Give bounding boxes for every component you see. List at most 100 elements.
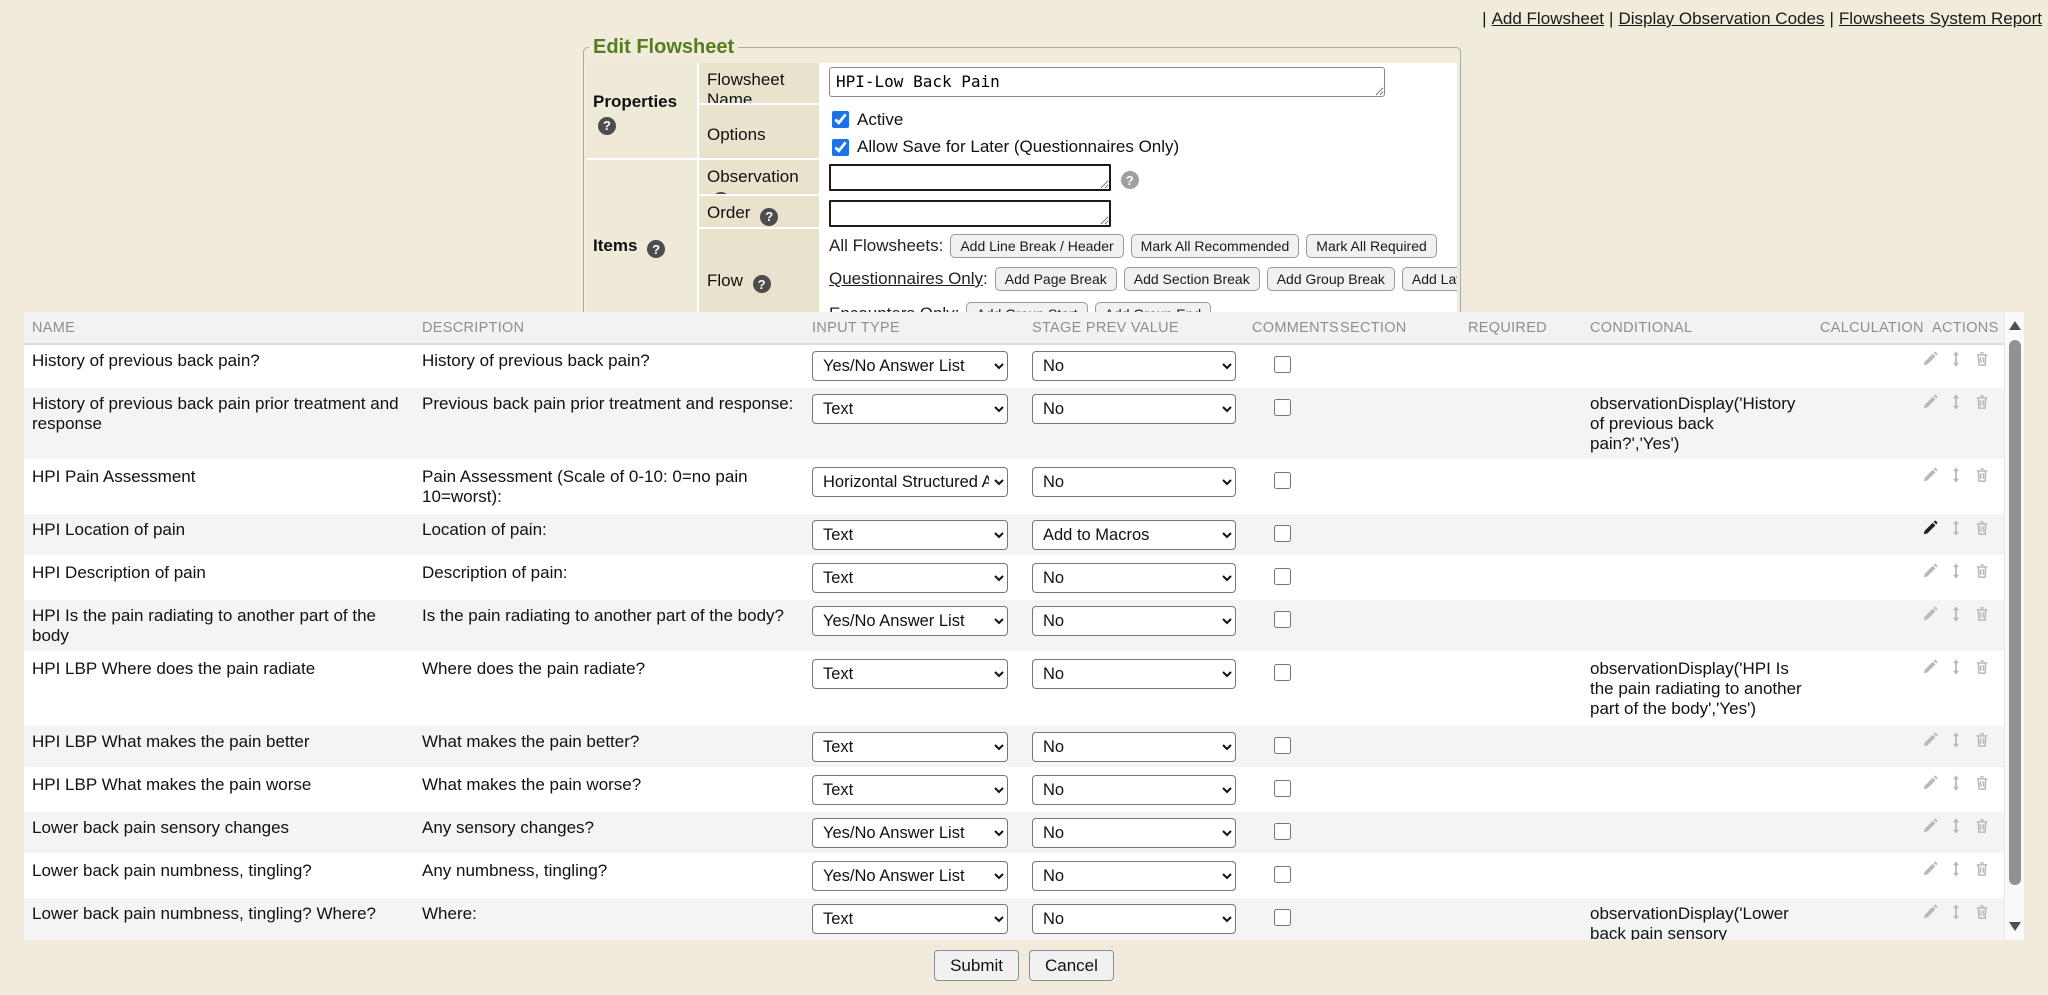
delete-trash-icon[interactable] [1974, 659, 1990, 675]
stage-prev-value-select[interactable]: No [1032, 394, 1236, 424]
scroll-down-icon[interactable] [2009, 922, 2021, 931]
column-header: STAGE PREV VALUE [1024, 312, 1244, 344]
flow-action-button[interactable]: Add Layout [1402, 267, 1457, 291]
comments-checkbox[interactable] [1274, 664, 1291, 681]
comments-checkbox[interactable] [1274, 568, 1291, 585]
input-type-select[interactable]: Text [812, 659, 1008, 689]
edit-pencil-icon[interactable] [1922, 775, 1938, 791]
comments-checkbox[interactable] [1274, 472, 1291, 489]
move-up-down-icon[interactable] [1948, 861, 1964, 877]
flowsheet-name-input[interactable]: HPI-Low Back Pain [829, 67, 1385, 97]
edit-pencil-icon[interactable] [1922, 861, 1938, 877]
submit-button[interactable]: Submit [934, 950, 1019, 981]
delete-trash-icon[interactable] [1974, 467, 1990, 483]
move-up-down-icon[interactable] [1948, 520, 1964, 536]
stage-prev-value-select[interactable]: No [1032, 563, 1236, 593]
help-icon[interactable]: ? [1121, 171, 1139, 189]
delete-trash-icon[interactable] [1974, 606, 1990, 622]
move-up-down-icon[interactable] [1948, 659, 1964, 675]
input-type-select[interactable]: Text [812, 563, 1008, 593]
delete-trash-icon[interactable] [1974, 818, 1990, 834]
comments-checkbox[interactable] [1274, 780, 1291, 797]
input-type-select[interactable]: Text [812, 732, 1008, 762]
flow-action-button[interactable]: Add Section Break [1124, 267, 1260, 291]
stage-prev-value-select[interactable]: No [1032, 659, 1236, 689]
stage-prev-value-select[interactable]: No [1032, 467, 1236, 497]
flow-action-button[interactable]: Add Group Break [1267, 267, 1395, 291]
flow-action-button[interactable]: Add Page Break [995, 267, 1117, 291]
option-checkbox[interactable] [832, 139, 849, 156]
input-type-select[interactable]: Horizontal Structured Ans [812, 467, 1008, 497]
row-conditional [1582, 768, 1812, 811]
edit-pencil-icon[interactable] [1922, 563, 1938, 579]
flow-action-button[interactable]: Mark All Required [1306, 234, 1437, 258]
comments-checkbox[interactable] [1274, 525, 1291, 542]
help-icon[interactable]: ? [760, 208, 778, 226]
move-up-down-icon[interactable] [1948, 467, 1964, 483]
stage-prev-value-select[interactable]: No [1032, 904, 1236, 934]
delete-trash-icon[interactable] [1974, 520, 1990, 536]
comments-checkbox[interactable] [1274, 611, 1291, 628]
move-up-down-icon[interactable] [1948, 904, 1964, 920]
input-type-select[interactable]: Text [812, 394, 1008, 424]
edit-pencil-icon[interactable] [1922, 904, 1938, 920]
move-up-down-icon[interactable] [1948, 732, 1964, 748]
move-up-down-icon[interactable] [1948, 606, 1964, 622]
delete-trash-icon[interactable] [1974, 732, 1990, 748]
help-icon[interactable]: ? [647, 240, 665, 258]
input-type-select[interactable]: Text [812, 520, 1008, 550]
delete-trash-icon[interactable] [1974, 904, 1990, 920]
order-input[interactable] [829, 200, 1111, 227]
edit-pencil-icon[interactable] [1922, 659, 1938, 675]
move-up-down-icon[interactable] [1948, 775, 1964, 791]
stage-prev-value-select[interactable]: No [1032, 775, 1236, 805]
stage-prev-value-select[interactable]: Add to Macros [1032, 520, 1236, 550]
move-up-down-icon[interactable] [1948, 351, 1964, 367]
edit-pencil-icon[interactable] [1922, 467, 1938, 483]
edit-pencil-icon[interactable] [1922, 394, 1938, 410]
vertical-scrollbar[interactable] [2004, 312, 2024, 940]
edit-pencil-icon[interactable] [1922, 732, 1938, 748]
observation-input[interactable] [829, 164, 1111, 191]
input-type-select[interactable]: Text [812, 775, 1008, 805]
input-type-select[interactable]: Text [812, 904, 1008, 934]
stage-prev-value-select[interactable]: No [1032, 351, 1236, 381]
edit-pencil-icon[interactable] [1922, 818, 1938, 834]
input-type-select[interactable]: Yes/No Answer List [812, 606, 1008, 636]
help-icon[interactable]: ? [598, 117, 616, 135]
cancel-button[interactable]: Cancel [1029, 950, 1114, 981]
input-type-select[interactable]: Yes/No Answer List [812, 351, 1008, 381]
delete-trash-icon[interactable] [1974, 351, 1990, 367]
flow-action-button[interactable]: Add Line Break / Header [950, 234, 1123, 258]
comments-checkbox[interactable] [1274, 909, 1291, 926]
edit-pencil-icon[interactable] [1922, 351, 1938, 367]
edit-pencil-icon[interactable] [1922, 606, 1938, 622]
move-up-down-icon[interactable] [1948, 818, 1964, 834]
help-icon[interactable]: ? [753, 275, 771, 293]
delete-trash-icon[interactable] [1974, 563, 1990, 579]
move-up-down-icon[interactable] [1948, 563, 1964, 579]
comments-checkbox[interactable] [1274, 356, 1291, 373]
top-link[interactable]: Flowsheets System Report [1839, 9, 2042, 28]
comments-checkbox[interactable] [1274, 823, 1291, 840]
delete-trash-icon[interactable] [1974, 775, 1990, 791]
flow-action-button[interactable]: Mark All Recommended [1131, 234, 1300, 258]
stage-prev-value-select[interactable]: No [1032, 861, 1236, 891]
comments-checkbox[interactable] [1274, 866, 1291, 883]
scroll-up-icon[interactable] [2009, 321, 2021, 330]
edit-pencil-icon[interactable] [1922, 520, 1938, 536]
top-link[interactable]: Display Observation Codes [1618, 9, 1824, 28]
scrollbar-thumb[interactable] [2009, 340, 2021, 885]
stage-prev-value-select[interactable]: No [1032, 732, 1236, 762]
comments-checkbox[interactable] [1274, 737, 1291, 754]
delete-trash-icon[interactable] [1974, 394, 1990, 410]
input-type-select[interactable]: Yes/No Answer List [812, 861, 1008, 891]
input-type-select[interactable]: Yes/No Answer List [812, 818, 1008, 848]
delete-trash-icon[interactable] [1974, 861, 1990, 877]
stage-prev-value-select[interactable]: No [1032, 818, 1236, 848]
stage-prev-value-select[interactable]: No [1032, 606, 1236, 636]
comments-checkbox[interactable] [1274, 399, 1291, 416]
move-up-down-icon[interactable] [1948, 394, 1964, 410]
option-checkbox[interactable] [832, 111, 849, 128]
top-link[interactable]: Add Flowsheet [1492, 9, 1604, 28]
